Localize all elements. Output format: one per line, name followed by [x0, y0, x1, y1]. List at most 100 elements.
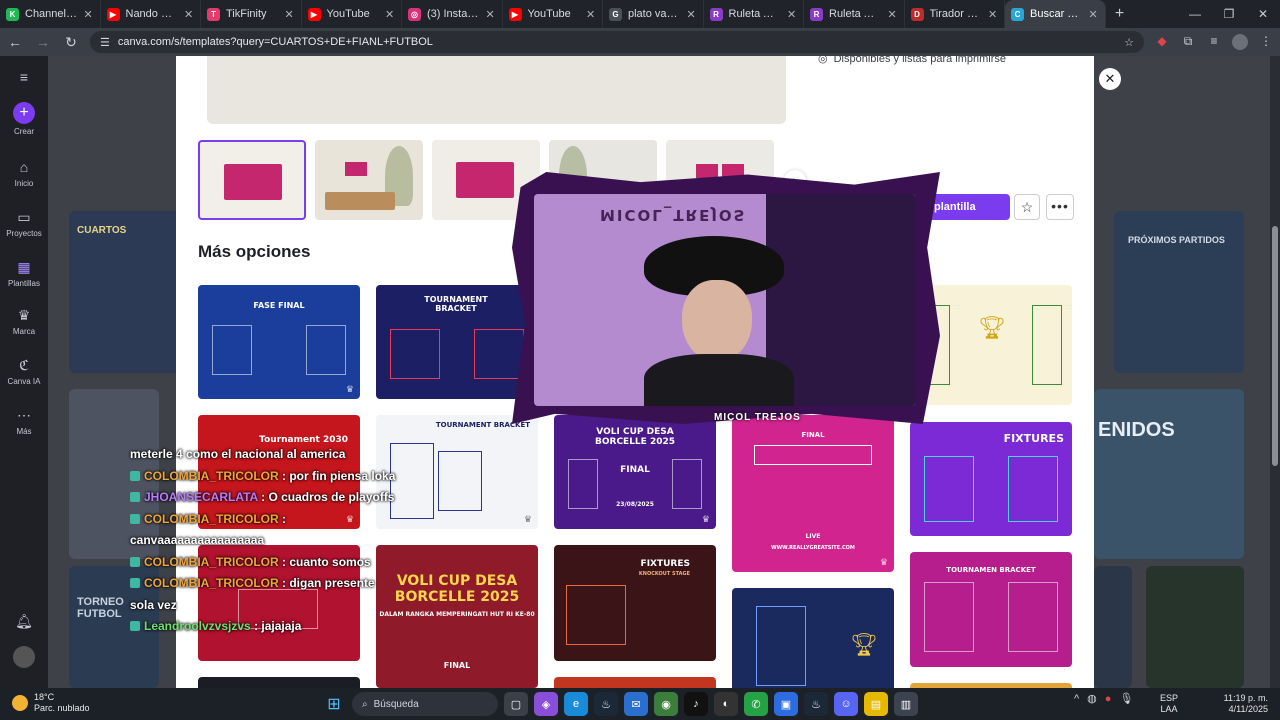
close-modal-button[interactable]: ✕	[1099, 68, 1121, 90]
close-window-icon[interactable]: ✕	[1246, 7, 1280, 21]
new-tab-button[interactable]: +	[1106, 5, 1134, 23]
restore-icon[interactable]: ❐	[1212, 7, 1246, 21]
browser-tab[interactable]: R Ruleta Aleator ✕	[704, 0, 804, 28]
thumbnail-2[interactable]	[315, 140, 423, 220]
browser-tab[interactable]: K Channel Points ✕	[0, 0, 101, 28]
back-icon[interactable]: ←	[6, 34, 24, 50]
task-view-icon[interactable]: ▢	[504, 692, 528, 716]
close-tab-icon[interactable]: ✕	[385, 8, 395, 21]
menu-kebab-icon[interactable]: ⋮	[1258, 34, 1274, 50]
bg-template-card[interactable]: CUARTOS	[69, 211, 179, 373]
close-tab-icon[interactable]: ✕	[486, 8, 496, 21]
page-scrollbar[interactable]	[1270, 56, 1280, 688]
browser-tab[interactable]: T TikFinity ✕	[201, 0, 302, 28]
taskbar-clock[interactable]: 11:19 p. m. 4/11/2025	[1216, 693, 1268, 715]
browser-tab[interactable]: D Tirador de dad ✕	[905, 0, 1005, 28]
card-subtitle: DALAM RANGKA MEMPERINGATI HUT RI KE-80	[379, 611, 535, 618]
chrome-icon[interactable]: ◉	[654, 692, 678, 716]
edge-icon[interactable]: e	[564, 692, 588, 716]
scrollbar-thumb[interactable]	[1272, 226, 1278, 466]
template-card-fixtures-knockout[interactable]: FIXTURES KNOCKOUT STAGE	[554, 545, 716, 661]
template-card-tournament-bracket[interactable]: TOURNAMENT BRACKET	[376, 285, 538, 399]
notes-icon[interactable]: ▤	[864, 692, 888, 716]
browser-tab[interactable]: ◎ (3) Instagram ✕	[402, 0, 503, 28]
chevron-up-icon[interactable]: ^	[1074, 693, 1079, 705]
template-card-partial[interactable]	[198, 677, 360, 688]
bookmark-star-icon[interactable]: ☆	[1124, 36, 1134, 49]
chat-message: Leandroolvzvsjzvs : jajajaja	[130, 616, 390, 638]
profile-avatar[interactable]	[1232, 34, 1248, 50]
browser-tab[interactable]: C Buscar en CUA ✕	[1005, 0, 1106, 28]
user-avatar[interactable]	[0, 646, 48, 671]
template-card-voli-cup-big[interactable]: VOLI CUP DESA BORCELLE 2025 DALAM RANGKA…	[376, 545, 538, 688]
sidebar-item-marca[interactable]: ♛ Marca	[0, 306, 48, 337]
favorite-button[interactable]: ☆	[1014, 194, 1040, 220]
browser-tab[interactable]: ▶ YouTube ✕	[503, 0, 603, 28]
sidebar-item-label: Más	[16, 427, 32, 436]
input-language[interactable]: ESP LAA	[1160, 693, 1178, 715]
tray-app-icon[interactable]: ●	[1105, 693, 1112, 705]
close-tab-icon[interactable]: ✕	[687, 8, 697, 21]
puzzle-icon[interactable]: ⧉	[1180, 34, 1196, 50]
close-tab-icon[interactable]: ✕	[586, 8, 596, 21]
browser-tab[interactable]: R Ruleta Aleator ✕	[804, 0, 905, 28]
template-card-tournament-bracket-2[interactable]: TOURNAMENT BRACKET ♛	[376, 415, 538, 529]
browser-tab[interactable]: ▶ YouTube ✕	[302, 0, 402, 28]
windows-start-icon[interactable]: ⊞	[322, 692, 346, 716]
close-tab-icon[interactable]: ✕	[184, 8, 194, 21]
extension-icon[interactable]: ◆	[1154, 34, 1170, 50]
template-card-tournamen-bracket[interactable]: TOURNAMEN BRACKET	[910, 552, 1072, 667]
taskbar-search[interactable]: ⌕ Búsqueda	[352, 692, 498, 716]
close-tab-icon[interactable]: ✕	[988, 8, 998, 21]
browser-tab[interactable]: ▶ Nando Fortuna ✕	[101, 0, 201, 28]
thumbnail-1[interactable]	[198, 140, 306, 220]
site-info-icon[interactable]: ☰	[100, 36, 110, 49]
steam-icon[interactable]: ♨	[594, 692, 618, 716]
url-field[interactable]: ☰ canva.com/s/templates?query=CUARTOS+DE…	[90, 31, 1144, 53]
app-icon[interactable]: ▣	[774, 692, 798, 716]
use-template-button[interactable]: plantilla	[928, 194, 1010, 220]
template-card-navy-bracket[interactable]: 🏆︎	[732, 588, 894, 688]
close-tab-icon[interactable]: ✕	[1089, 8, 1099, 21]
bg-template-card[interactable]	[1094, 566, 1132, 688]
media-icon[interactable]: ≡	[1206, 34, 1222, 50]
close-tab-icon[interactable]: ✕	[787, 8, 797, 21]
weather-condition: Parc. nublado	[34, 703, 90, 713]
template-card-partial[interactable]	[554, 677, 716, 688]
copilot-icon[interactable]: ◈	[534, 692, 558, 716]
more-actions-button[interactable]: •••	[1046, 194, 1074, 220]
obs-icon[interactable]: ◐	[714, 692, 738, 716]
sidebar-item-plantillas[interactable]: ▦ Plantillas	[0, 258, 48, 289]
sidebar-item-canva-ia[interactable]: ℭ Canva IA	[0, 356, 48, 387]
weather-widget[interactable]: 18°C Parc. nublado	[12, 692, 90, 714]
steam-icon[interactable]: ♨	[804, 692, 828, 716]
template-card-fixtures[interactable]: FIXTURES	[910, 422, 1072, 536]
close-tab-icon[interactable]: ✕	[285, 8, 295, 21]
close-tab-icon[interactable]: ✕	[888, 8, 898, 21]
notifications-button[interactable]: 🔔︎	[0, 612, 48, 633]
sidebar-item-crear[interactable]: + Crear	[0, 102, 48, 136]
minimize-icon[interactable]: —	[1178, 7, 1212, 21]
whatsapp-icon[interactable]: ✆	[744, 692, 768, 716]
tiktok-icon[interactable]: ♪	[684, 692, 708, 716]
bg-template-card[interactable]: PRÓXIMOS PARTIDOS	[1114, 211, 1244, 373]
template-card-fase-final[interactable]: FASE FINAL ♛	[198, 285, 360, 399]
tray-app-icon[interactable]: ◍	[1087, 692, 1097, 705]
hamburger-menu[interactable]: ≡	[0, 68, 48, 89]
sideboard-shape	[325, 192, 395, 210]
template-card-live-bracket[interactable]: FINAL LIVE WWW.REALLYGREATSITE.COM ♛	[732, 415, 894, 572]
reload-icon[interactable]: ↻	[62, 34, 80, 51]
bg-template-card[interactable]: ENIDOS	[1094, 389, 1244, 559]
browser-tab[interactable]: Gplato vacio - G ✕	[603, 0, 704, 28]
close-tab-icon[interactable]: ✕	[84, 8, 94, 21]
template-card-voli-cup[interactable]: VOLI CUP DESA BORCELLE 2025 FINAL 23/08/…	[554, 415, 716, 529]
sidebar-item-inicio[interactable]: ⌂ Inicio	[0, 158, 48, 188]
microphone-icon[interactable]: 🎙︎	[1119, 692, 1133, 705]
mail-icon[interactable]: ✉	[624, 692, 648, 716]
bg-template-card[interactable]	[1146, 566, 1244, 688]
discord-icon[interactable]: ☺	[834, 692, 858, 716]
sidebar-item-mas[interactable]: ⋯ Más	[0, 406, 48, 437]
sidebar-item-proyectos[interactable]: ▭ Proyectos	[0, 208, 48, 239]
app-icon[interactable]: ▥	[894, 692, 918, 716]
forward-icon[interactable]: →	[34, 34, 52, 50]
